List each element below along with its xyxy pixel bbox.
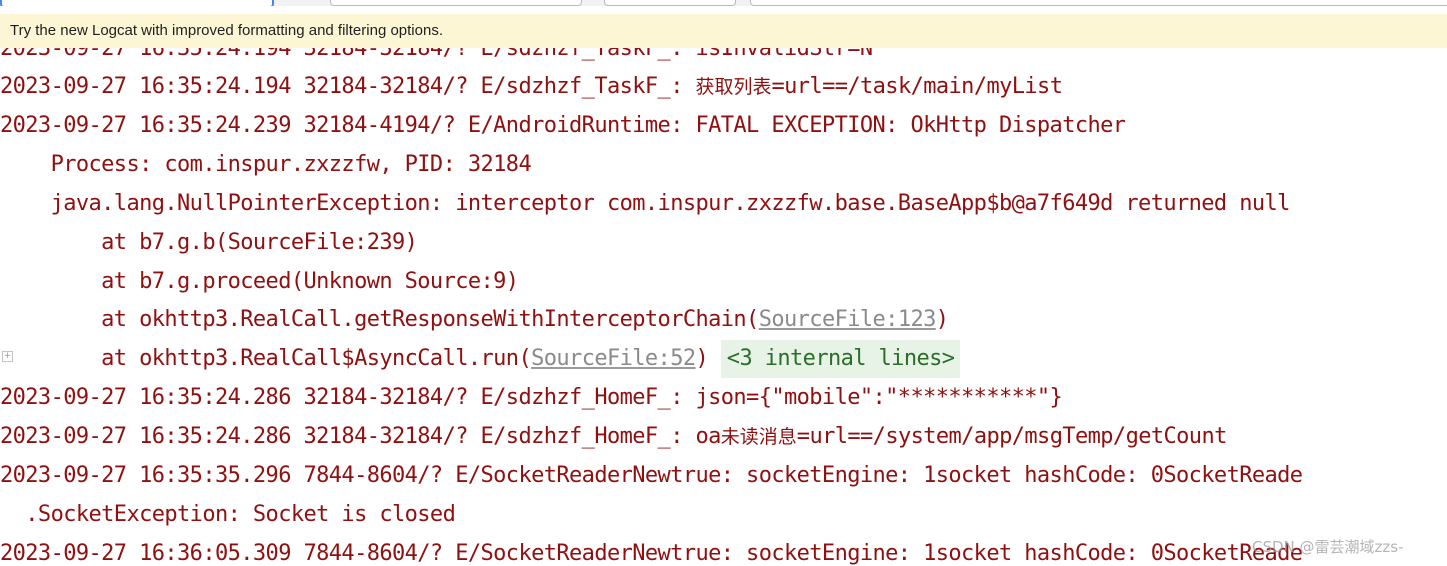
log-line-text: =url==/task/main/myList xyxy=(771,74,1063,99)
log-line-text: 2023-09-27 16:35:24.194 32184-32184/? E/… xyxy=(0,74,696,99)
stacktrace-text: at okhttp3.RealCall$AsyncCall.run( xyxy=(0,346,532,371)
logcat-tab[interactable] xyxy=(0,0,274,6)
log-line: 2023-09-27 16:35:24.286 32184-32184/? E/… xyxy=(0,385,1063,410)
log-line: 2023-09-27 16:35:24.239 32184-4194/? E/A… xyxy=(0,113,1126,138)
source-file-link[interactable]: SourceFile:123 xyxy=(759,307,937,332)
log-line: java.lang.NullPointerException: intercep… xyxy=(0,191,1291,216)
log-line-text: 2023-09-27 16:35:24.286 32184-32184/? E/… xyxy=(0,424,721,449)
editor-tab-strip xyxy=(0,0,1447,6)
log-line-text: =url==/system/app/msgTemp/getCount xyxy=(796,424,1228,449)
logcat-output[interactable]: 2023-09-27 16:35:24.194 32184-32184/? E/… xyxy=(0,30,1447,566)
log-line: Process: com.inspur.zxzzfw, PID: 32184 xyxy=(0,152,532,177)
stacktrace-line: at okhttp3.RealCall.getResponseWithInter… xyxy=(0,301,949,339)
filter-tab[interactable] xyxy=(330,0,582,6)
source-file-link[interactable]: SourceFile:52 xyxy=(531,346,696,371)
log-line: 2023-09-27 16:35:24.194 32184-32184/? E/… xyxy=(0,68,1063,106)
log-line-cjk: 未读消息 xyxy=(720,426,797,448)
new-logcat-banner[interactable]: Try the new Logcat with improved formatt… xyxy=(0,14,1447,48)
level-tab[interactable] xyxy=(604,0,736,6)
internal-lines-fold[interactable]: <3 internal lines> xyxy=(720,340,961,378)
stacktrace-text: ) xyxy=(695,346,721,371)
stacktrace-line: at b7.g.b(SourceFile:239) xyxy=(0,230,418,255)
watermark: CSDN @雷芸潮域zzs- xyxy=(1252,538,1404,556)
stacktrace-line: at okhttp3.RealCall$AsyncCall.run(Source… xyxy=(0,340,961,378)
stacktrace-text: ) xyxy=(935,307,949,332)
log-line: 2023-09-27 16:35:35.296 7844-8604/? E/So… xyxy=(0,463,1303,488)
log-line-cjk: 获取列表 xyxy=(695,76,772,98)
fold-expand-icon[interactable]: + xyxy=(2,351,13,362)
log-line: 2023-09-27 16:36:05.309 7844-8604/? E/So… xyxy=(0,541,1303,566)
search-tab[interactable] xyxy=(750,0,1447,6)
stacktrace-line: at b7.g.proceed(Unknown Source:9) xyxy=(0,269,519,294)
log-line: .SocketException: Socket is closed xyxy=(0,502,456,527)
stacktrace-text: at okhttp3.RealCall.getResponseWithInter… xyxy=(0,307,759,332)
log-line: 2023-09-27 16:35:24.286 32184-32184/? E/… xyxy=(0,418,1227,456)
